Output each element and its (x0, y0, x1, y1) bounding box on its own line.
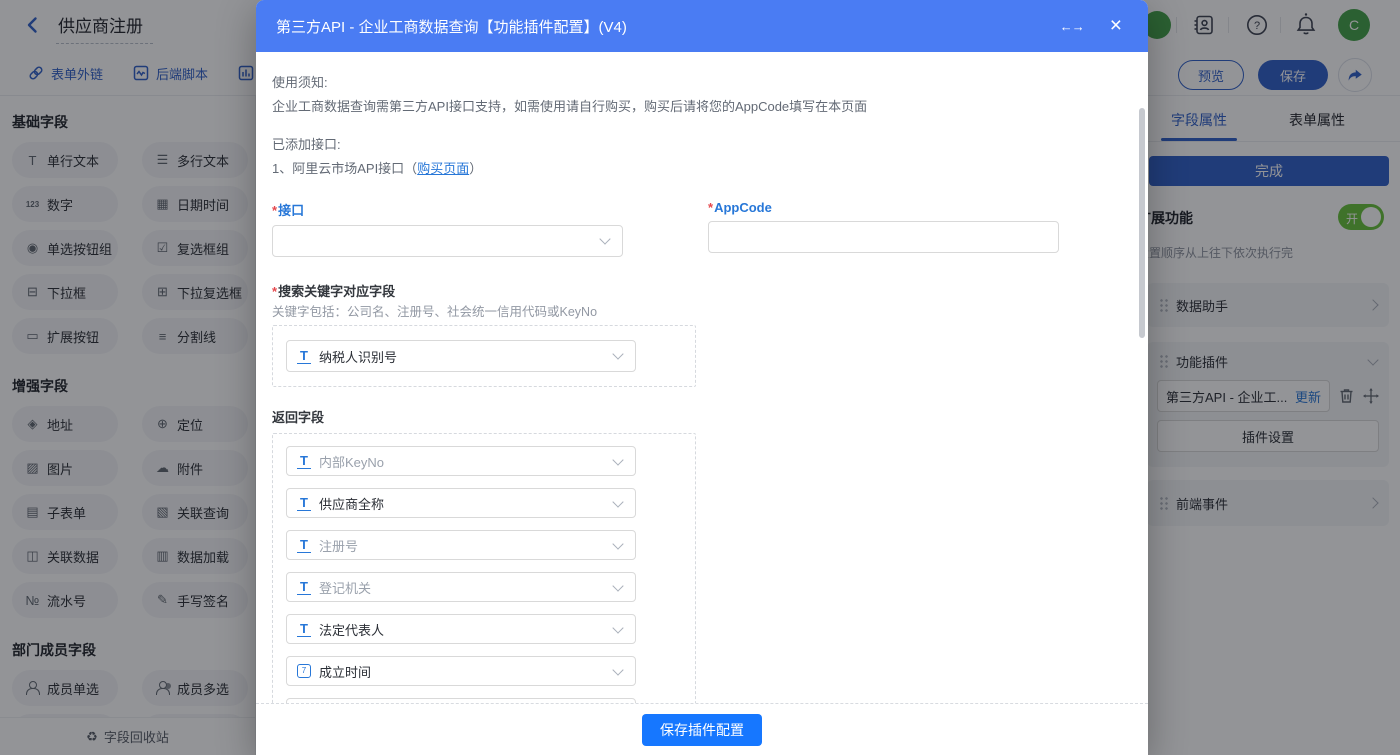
required-mark: * (708, 200, 713, 215)
api-form-row: *接口 *AppCode (272, 200, 1148, 257)
modal-footer: 保存插件配置 (256, 703, 1148, 755)
appcode-field: *AppCode (708, 200, 1059, 257)
keyword-field-box: T 纳税人识别号 (272, 325, 696, 387)
chevron-down-icon (612, 348, 623, 359)
api-select[interactable] (272, 225, 623, 257)
text-field-icon: T (297, 538, 311, 553)
return-field-select[interactable]: 成立时间 (286, 656, 636, 686)
return-field-select[interactable]: T 内部KeyNo (286, 446, 636, 476)
text-field-icon: T (297, 349, 311, 364)
api-field: *接口 (272, 200, 623, 257)
save-plugin-config-button[interactable]: 保存插件配置 (642, 714, 762, 746)
added-api-item: 1、阿里云市场API接口（购买页面） (272, 160, 1148, 178)
chevron-down-icon (599, 233, 610, 244)
text-field-icon: T (297, 622, 311, 637)
select-value: 登记机关 (319, 578, 371, 597)
notice-body: 企业工商数据查询需第三方API接口支持，如需使用请自行购买，购买后请将您的App… (272, 98, 1148, 116)
api-label: *接口 (272, 200, 623, 219)
return-field-select[interactable]: T 登记机关 (286, 572, 636, 602)
chevron-down-icon (612, 496, 623, 507)
select-value: 注册号 (319, 536, 358, 555)
chevron-down-icon (612, 538, 623, 549)
modal-header: 第三方API - 企业工商数据查询【功能插件配置】(V4) ←→ × (256, 0, 1148, 52)
text-field-icon: T (297, 496, 311, 511)
expand-icon[interactable]: ←→ (1060, 19, 1084, 34)
keyword-field-select[interactable]: T 纳税人识别号 (286, 340, 636, 372)
appcode-input[interactable] (708, 221, 1059, 253)
select-value: 成立时间 (319, 662, 371, 681)
modal-body: 使用须知: 企业工商数据查询需第三方API接口支持，如需使用请自行购买，购买后请… (256, 52, 1148, 703)
return-fields-box: T内部KeyNo T供应商全称 T注册号 T登记机关 T法定代表人 成立时间 吊… (272, 433, 696, 703)
return-field-select[interactable]: T 法定代表人 (286, 614, 636, 644)
required-mark: * (272, 203, 277, 218)
notice-title: 使用须知: (272, 74, 1148, 92)
chevron-down-icon (612, 454, 623, 465)
select-value: 法定代表人 (319, 620, 384, 639)
select-value: 内部KeyNo (319, 452, 384, 471)
required-mark: * (272, 284, 277, 299)
return-field-select[interactable]: T 供应商全称 (286, 488, 636, 518)
select-value: 纳税人识别号 (319, 347, 397, 366)
text-field-icon: T (297, 454, 311, 469)
return-fields-label: 返回字段 (272, 409, 1148, 427)
added-api-text: 1、阿里云市场API接口（ (272, 161, 417, 176)
purchase-page-link[interactable]: 购买页面 (417, 161, 469, 176)
modal-scrollbar[interactable] (1139, 108, 1145, 338)
added-api-title: 已添加接口: (272, 136, 1148, 154)
return-field-select[interactable]: T 注册号 (286, 530, 636, 560)
chevron-down-icon (612, 664, 623, 675)
keyword-section-label: *搜索关键字对应字段 (272, 283, 1148, 301)
date-field-icon (297, 664, 311, 678)
modal-title: 第三方API - 企业工商数据查询【功能插件配置】(V4) (276, 16, 1060, 37)
chevron-down-icon (612, 622, 623, 633)
appcode-label: *AppCode (708, 200, 1059, 215)
keyword-hint: 关键字包括：公司名、注册号、社会统一信用代码或KeyNo (272, 303, 1148, 321)
select-value: 供应商全称 (319, 494, 384, 513)
chevron-down-icon (612, 580, 623, 591)
text-field-icon: T (297, 580, 311, 595)
close-icon[interactable]: × (1110, 16, 1122, 36)
added-api-text: ） (469, 161, 482, 176)
plugin-config-modal: 第三方API - 企业工商数据查询【功能插件配置】(V4) ←→ × 使用须知:… (256, 0, 1148, 755)
